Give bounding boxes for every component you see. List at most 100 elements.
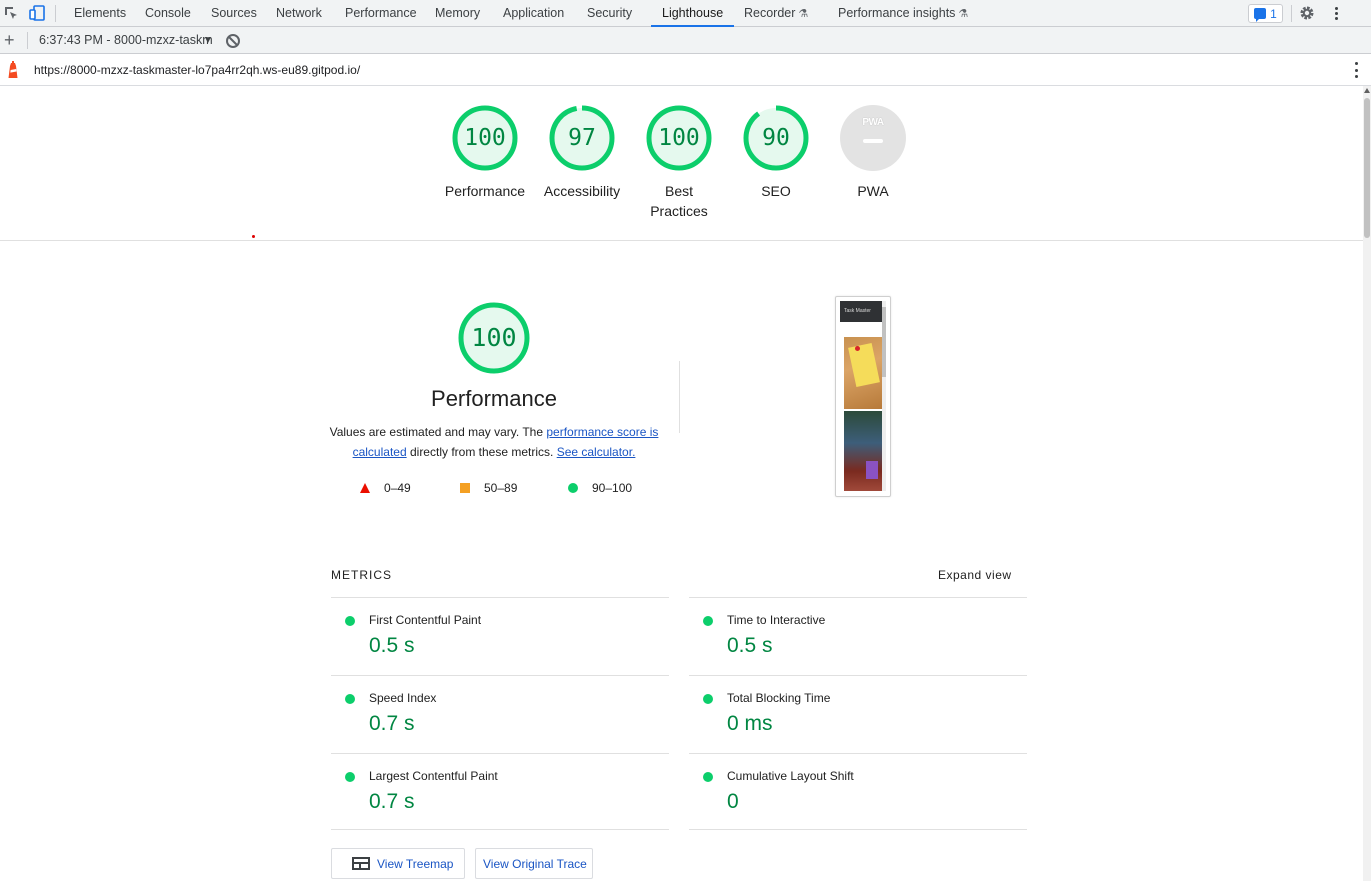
divider xyxy=(689,829,1027,830)
kebab-menu-icon[interactable] xyxy=(1328,5,1344,21)
toolbar-separator xyxy=(27,32,28,49)
vertical-divider xyxy=(679,361,680,433)
tab-sources[interactable]: Sources xyxy=(211,0,257,27)
lighthouse-toolbar: + 6:37:43 PM - 8000-mzxz-taskm ▼ xyxy=(0,27,1371,54)
metric-label: Speed Index xyxy=(369,691,437,705)
divider xyxy=(331,829,669,830)
tab-memory[interactable]: Memory xyxy=(435,0,480,27)
gauge-best-practices[interactable]: 100 xyxy=(646,105,712,171)
gear-icon[interactable] xyxy=(1299,5,1315,21)
gauge-label: Performance xyxy=(444,183,526,199)
gauge-accessibility[interactable]: 97 xyxy=(549,105,615,171)
gauge-value: 100 xyxy=(658,125,700,151)
tab-console[interactable]: Console xyxy=(145,0,191,27)
flask-icon: ⚗ xyxy=(798,8,809,20)
view-treemap-button[interactable]: View Treemap xyxy=(331,848,465,879)
legend-label: 0–49 xyxy=(384,481,411,495)
metric-value: 0 xyxy=(727,790,739,813)
device-toolbar-icon[interactable] xyxy=(29,5,45,21)
tab-security[interactable]: Security xyxy=(587,0,632,27)
tab-elements[interactable]: Elements xyxy=(74,0,126,27)
performance-gauge: 100 xyxy=(458,302,530,374)
tab-separator xyxy=(1291,5,1292,22)
gauge-label: Accessibility xyxy=(543,183,621,199)
view-treemap-label: View Treemap xyxy=(377,856,454,871)
gauge-seo[interactable]: 90 xyxy=(743,105,809,171)
pass-circle-icon xyxy=(703,772,713,782)
issues-icon xyxy=(1254,8,1267,22)
kebab-menu-icon[interactable] xyxy=(1355,62,1359,78)
tab-application[interactable]: Application xyxy=(503,0,564,27)
metric-value: 0.7 s xyxy=(369,790,415,813)
tab-separator xyxy=(55,5,56,22)
desc-text: directly from these metrics. xyxy=(406,445,557,459)
screenshot-scrollbar xyxy=(882,301,886,491)
gauge-label: Best Practices xyxy=(650,183,708,219)
view-original-trace-button[interactable]: View Original Trace xyxy=(475,848,593,879)
pass-circle-icon xyxy=(703,694,713,704)
expand-view-toggle[interactable]: Expand view xyxy=(938,568,1012,582)
metric-time-to-interactive: Time to Interactive 0.5 s xyxy=(689,597,1027,675)
metric-value: 0.7 s xyxy=(369,712,415,735)
square-icon xyxy=(460,483,470,493)
legend-fail: 0–49 xyxy=(360,481,411,495)
gauge-performance[interactable]: 100 xyxy=(452,105,518,171)
gauge-pwa[interactable]: PWA xyxy=(840,105,906,171)
chevron-down-icon[interactable]: ▼ xyxy=(203,27,213,54)
gauge-value: 100 xyxy=(464,125,506,151)
pass-circle-icon xyxy=(345,772,355,782)
tab-recorder-label: Recorder xyxy=(744,6,796,20)
gauge-label: SEO xyxy=(761,183,791,199)
metrics-title: METRICS xyxy=(331,568,392,582)
circle-icon xyxy=(568,483,578,493)
report-selector[interactable]: 6:37:43 PM - 8000-mzxz-taskm xyxy=(39,27,213,54)
metric-largest-contentful-paint: Largest Contentful Paint 0.7 s xyxy=(331,753,669,831)
divider xyxy=(0,240,1363,241)
screenshot-image xyxy=(844,411,882,491)
pass-circle-icon xyxy=(703,616,713,626)
devtools-tab-bar: Elements Console Sources Network Perform… xyxy=(0,0,1371,27)
treemap-icon xyxy=(352,857,370,870)
metric-label: Time to Interactive xyxy=(727,613,826,627)
tab-lighthouse[interactable]: Lighthouse xyxy=(651,0,735,27)
screenshot-navbar: Task Master xyxy=(840,301,882,322)
block-icon[interactable] xyxy=(226,34,240,48)
tab-recorder[interactable]: Recorder ⚗ xyxy=(744,0,808,27)
desc-text: Values are estimated and may vary. The xyxy=(329,425,547,439)
gauge-label: PWA xyxy=(857,183,889,199)
tab-performance[interactable]: Performance xyxy=(345,0,417,27)
scrollbar[interactable] xyxy=(1363,86,1371,881)
plus-icon[interactable]: + xyxy=(4,30,15,50)
final-screenshot[interactable]: Task Master xyxy=(835,296,891,497)
view-original-trace-label: View Original Trace xyxy=(483,856,587,871)
metric-value: 0 ms xyxy=(727,712,773,735)
legend-label: 90–100 xyxy=(592,481,633,495)
issues-button[interactable]: 1 xyxy=(1248,4,1283,23)
screenshot-book xyxy=(866,461,878,479)
gauge-value: 90 xyxy=(762,125,790,151)
report-url: https://8000-mzxz-taskmaster-lo7pa4rr2qh… xyxy=(34,63,361,77)
screenshot-pin xyxy=(855,346,860,351)
metric-value: 0.5 s xyxy=(369,634,415,657)
calculator-link[interactable]: See calculator. xyxy=(557,445,636,459)
performance-score: 100 xyxy=(471,323,517,352)
pwa-dash xyxy=(863,139,883,143)
tab-performance-insights[interactable]: Performance insights ⚗ xyxy=(838,0,968,27)
scroll-up-icon[interactable] xyxy=(1364,88,1370,93)
metric-label: Cumulative Layout Shift xyxy=(727,769,854,783)
tab-network[interactable]: Network xyxy=(276,0,322,27)
scrollbar-thumb[interactable] xyxy=(1364,98,1370,238)
flask-icon: ⚗ xyxy=(958,8,969,20)
lighthouse-logo-icon xyxy=(6,61,20,79)
pwa-badge-icon: PWA xyxy=(862,117,884,128)
red-dot xyxy=(252,235,255,238)
lighthouse-report: 100 Performance 97 Accessibility 100 Bes… xyxy=(0,86,1363,881)
report-url-bar: https://8000-mzxz-taskmaster-lo7pa4rr2qh… xyxy=(0,54,1371,86)
inspect-icon[interactable] xyxy=(3,5,19,21)
gauge-value: 97 xyxy=(568,125,596,151)
metric-label: Largest Contentful Paint xyxy=(369,769,498,783)
performance-description: Values are estimated and may vary. The p… xyxy=(329,422,659,462)
metric-speed-index: Speed Index 0.7 s xyxy=(331,675,669,753)
issues-count: 1 xyxy=(1270,6,1277,21)
legend-average: 50–89 xyxy=(460,481,517,495)
